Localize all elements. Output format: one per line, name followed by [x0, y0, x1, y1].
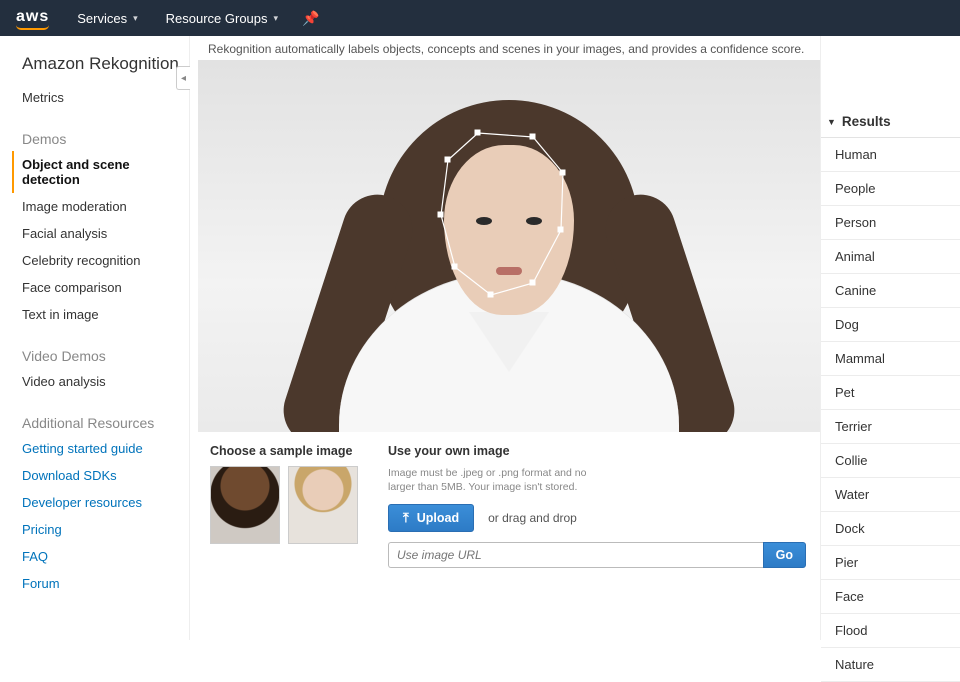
sidebar-item-download-sdks[interactable]: Download SDKs — [22, 462, 189, 489]
own-image-hint: Image must be .jpeg or .png format and n… — [388, 466, 608, 494]
chevron-down-icon: ▾ — [133, 13, 138, 24]
page-description: Rekognition automatically labels objects… — [190, 36, 820, 60]
service-title: Amazon Rekognition — [22, 54, 189, 74]
sample-thumbnail-1[interactable] — [210, 466, 280, 544]
sidebar-collapse-handle[interactable]: ◂ — [176, 66, 190, 90]
url-row: Go — [388, 542, 806, 568]
content-area: Rekognition automatically labels objects… — [190, 36, 960, 640]
result-item[interactable]: People — [821, 172, 960, 206]
result-item[interactable]: Canine — [821, 274, 960, 308]
result-item[interactable]: Face — [821, 580, 960, 614]
image-input-section: Choose a sample image Use your own image… — [190, 432, 820, 568]
top-navbar: aws Services ▾ Resource Groups ▾ 📌 — [0, 0, 960, 36]
image-url-input[interactable] — [388, 542, 763, 568]
analyzed-image — [198, 60, 820, 432]
result-item[interactable]: Pet — [821, 376, 960, 410]
own-image-heading: Use your own image — [388, 444, 806, 458]
result-item[interactable]: Animal — [821, 240, 960, 274]
sidebar-item-faq[interactable]: FAQ — [22, 543, 189, 570]
sidebar-item-facial-analysis[interactable]: Facial analysis — [22, 220, 189, 247]
sidebar-item-video-analysis[interactable]: Video analysis — [22, 368, 189, 395]
nav-resource-groups-label: Resource Groups — [166, 11, 268, 26]
sample-heading: Choose a sample image — [210, 444, 358, 458]
sidebar-heading-video: Video Demos — [22, 348, 189, 364]
sidebar-item-getting-started[interactable]: Getting started guide — [22, 435, 189, 462]
sidebar-item-text-image[interactable]: Text in image — [22, 301, 189, 328]
result-item[interactable]: Mammal — [821, 342, 960, 376]
results-panel: ▼ Results Human People Person Animal Can… — [820, 36, 960, 640]
main-layout: ◂ Amazon Rekognition Metrics Demos Objec… — [0, 36, 960, 640]
result-item[interactable]: Nature — [821, 648, 960, 682]
result-item[interactable]: Human — [821, 138, 960, 172]
upload-row: ⤒ Upload or drag and drop — [388, 504, 806, 532]
chevron-down-icon: ▾ — [274, 13, 279, 24]
sidebar-item-pricing[interactable]: Pricing — [22, 516, 189, 543]
sample-thumbnail-2[interactable] — [288, 466, 358, 544]
result-item[interactable]: Person — [821, 206, 960, 240]
center-column: Rekognition automatically labels objects… — [190, 36, 820, 640]
nav-services[interactable]: Services ▾ — [77, 11, 137, 26]
aws-logo[interactable]: aws — [16, 8, 49, 28]
portrait-illustration — [198, 60, 820, 432]
result-item[interactable]: Dog — [821, 308, 960, 342]
sidebar-item-developer-resources[interactable]: Developer resources — [22, 489, 189, 516]
sidebar-heading-demos: Demos — [22, 131, 189, 147]
sidebar-heading-additional: Additional Resources — [22, 415, 189, 431]
sidebar-item-face-comparison[interactable]: Face comparison — [22, 274, 189, 301]
sidebar-item-metrics[interactable]: Metrics — [22, 84, 189, 111]
result-item[interactable]: Terrier — [821, 410, 960, 444]
result-item[interactable]: Collie — [821, 444, 960, 478]
sidebar-item-celebrity[interactable]: Celebrity recognition — [22, 247, 189, 274]
caret-down-icon: ▼ — [827, 117, 836, 127]
upload-button-label: Upload — [417, 511, 459, 525]
pin-icon[interactable]: 📌 — [302, 10, 319, 27]
sidebar-item-forum[interactable]: Forum — [22, 570, 189, 597]
results-heading-label: Results — [842, 114, 891, 129]
results-header[interactable]: ▼ Results — [821, 108, 960, 138]
result-item[interactable]: Water — [821, 478, 960, 512]
result-item[interactable]: Pier — [821, 546, 960, 580]
sidebar-item-image-moderation[interactable]: Image moderation — [22, 193, 189, 220]
nav-services-label: Services — [77, 11, 127, 26]
sidebar-item-object-scene[interactable]: Object and scene detection — [12, 151, 189, 193]
own-image-column: Use your own image Image must be .jpeg o… — [388, 444, 816, 568]
sample-thumbnails — [210, 466, 358, 544]
sidebar: ◂ Amazon Rekognition Metrics Demos Objec… — [0, 36, 190, 640]
result-item[interactable]: Flood — [821, 614, 960, 648]
upload-icon: ⤒ — [403, 510, 409, 526]
go-button[interactable]: Go — [763, 542, 806, 568]
sample-image-column: Choose a sample image — [210, 444, 358, 544]
drag-drop-text: or drag and drop — [488, 511, 577, 525]
nav-resource-groups[interactable]: Resource Groups ▾ — [166, 11, 278, 26]
upload-button[interactable]: ⤒ Upload — [388, 504, 474, 532]
result-item[interactable]: Dock — [821, 512, 960, 546]
